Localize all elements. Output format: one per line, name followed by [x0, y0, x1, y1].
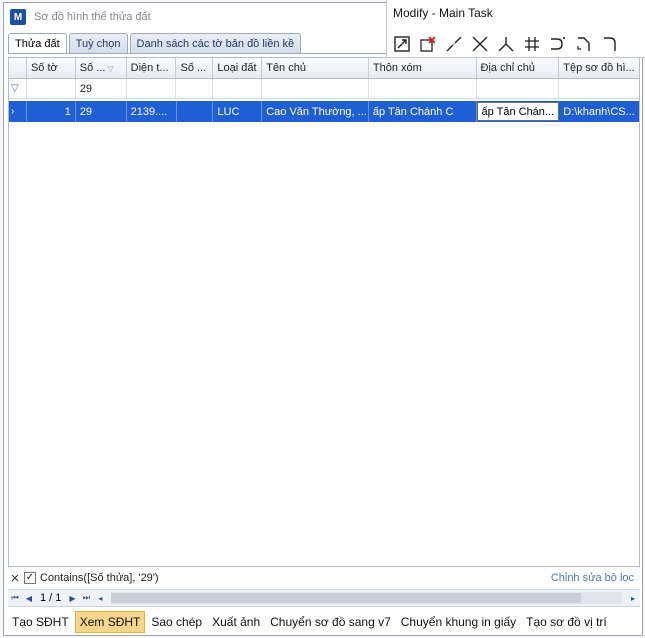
column-header-label: Số ... [79, 62, 106, 74]
toolbox-tools [389, 32, 623, 56]
extend-icon[interactable] [493, 32, 519, 56]
auto-filter-row: ▽ 29 [9, 79, 639, 99]
cell-dia-chi-chu-editor[interactable]: ấp Tân Chán... [476, 102, 560, 121]
column-header-dien-tich[interactable]: Diện t... [127, 58, 177, 78]
cell-so-thua[interactable]: 29 [76, 101, 127, 122]
horizontal-scrollbar[interactable] [111, 592, 622, 604]
chamfer-icon[interactable] [571, 32, 597, 56]
modify-element-icon[interactable] [389, 32, 415, 56]
cell-dien-tich[interactable]: 2139.... [127, 101, 177, 122]
column-header-so-thua[interactable]: Số ... ▽ [76, 58, 127, 78]
row-indicator: › [9, 101, 27, 122]
copy-button[interactable]: Sao chép [147, 611, 206, 633]
action-toolbar: Tạo SĐHT Xem SĐHT Sao chép Xuất ảnh Chuy… [4, 609, 642, 635]
modify-toolbox: Modify - Main Task [386, 0, 645, 58]
scrollbar-thumb[interactable] [111, 593, 582, 603]
filter-cell-so-to[interactable] [27, 79, 76, 98]
filter-cell-tep-so-do[interactable] [559, 79, 639, 98]
construct-arc-icon[interactable] [597, 32, 623, 56]
tab-thua-dat[interactable]: Thửa đất [8, 33, 67, 53]
scroll-right-icon[interactable]: ▸ [626, 591, 640, 605]
toolbox-title: Modify - Main Task [393, 6, 493, 20]
cell-ten-chu[interactable]: Cao Văn Thường, ... [262, 101, 369, 122]
export-image-button[interactable]: Xuất ảnh [208, 611, 264, 633]
filter-icon: ▽ [11, 83, 19, 94]
column-header-thon-xom[interactable]: Thôn xóm [369, 58, 477, 78]
filter-cell-so[interactable] [176, 79, 214, 98]
cell-tep-so-do[interactable]: D:\khanh\CS... [559, 101, 639, 122]
filter-cell-dia-chi-chu[interactable] [477, 79, 560, 98]
filter-cell-loai-dat[interactable] [213, 79, 263, 98]
filter-row-indicator: ▽ [9, 79, 27, 98]
tab-adjacent-sheets[interactable]: Danh sách các tờ bản đồ liền kề [129, 33, 302, 53]
filter-cell-ten-chu[interactable] [262, 79, 369, 98]
pager: ⏮ ◀ 1 / 1 ▶ ⏭ ◂ ▸ [8, 589, 640, 607]
tab-strip: Thửa đất Tuỳ chọn Danh sách các tờ bản đ… [8, 33, 303, 53]
filter-cell-so-thua[interactable]: 29 [76, 79, 127, 98]
create-location-map-button[interactable]: Tạo sơ đồ vị trí [522, 611, 611, 633]
filter-cell-dien-tich[interactable] [127, 79, 177, 98]
convert-to-v7-button[interactable]: Chuyển sơ đồ sang v7 [266, 611, 395, 633]
partial-delete-icon[interactable] [441, 32, 467, 56]
column-header-so[interactable]: Số ... [176, 58, 214, 78]
cell-so-to[interactable]: 1 [27, 101, 76, 122]
parcel-diagram-window: M Sơ đồ hình thể thửa đất Thửa đất Tuỳ c… [3, 2, 643, 636]
filter-enabled-checkbox[interactable]: ✓ [24, 572, 36, 584]
next-page-icon[interactable]: ▶ [65, 591, 79, 605]
cell-so[interactable] [177, 101, 214, 122]
parcel-grid: Số tờ Số ... ▽ Diện t... Số ... Loại đất … [8, 57, 640, 567]
create-diagram-button[interactable]: Tạo SĐHT [8, 611, 73, 633]
app-logo-icon: M [10, 9, 26, 25]
column-header-tep-so-do[interactable]: Tệp sơ đồ hì... [559, 58, 639, 78]
column-header-so-to[interactable]: Số tờ [27, 58, 76, 78]
last-page-icon[interactable]: ⏭ [79, 591, 93, 605]
window-title: Sơ đồ hình thể thửa đất [34, 11, 151, 23]
filter-expression: Contains([Số thửa], '29') [40, 572, 159, 584]
filter-cell-thon-xom[interactable] [369, 79, 477, 98]
cell-thon-xom[interactable]: ấp Tân Chánh C [369, 101, 477, 122]
delete-element-icon[interactable] [415, 32, 441, 56]
prev-page-icon[interactable]: ◀ [22, 591, 36, 605]
screen: M Sơ đồ hình thể thửa đất Thửa đất Tuỳ c… [0, 0, 645, 638]
table-row[interactable]: › 1 29 2139.... LUC Cao Văn Thường, ... … [9, 101, 639, 122]
column-header-loai-dat[interactable]: Loại đất [213, 58, 263, 78]
filter-funnel-icon[interactable]: ▽ [107, 64, 113, 73]
row-header-corner [9, 58, 27, 78]
filter-panel: ✕ ✓ Contains([Số thửa], '29') Chỉnh sửa … [8, 569, 640, 587]
intersect-icon[interactable] [519, 32, 545, 56]
cell-loai-dat[interactable]: LUC [213, 101, 263, 122]
fillet-icon[interactable] [545, 32, 571, 56]
convert-print-frame-button[interactable]: Chuyển khung in giấy [397, 611, 520, 633]
page-indicator: 1 / 1 [40, 592, 62, 604]
grid-header: Số tờ Số ... ▽ Diện t... Số ... Loại đất … [9, 58, 639, 79]
view-diagram-button[interactable]: Xem SĐHT [74, 611, 146, 633]
trim-icon[interactable] [467, 32, 493, 56]
current-row-arrow-icon: › [11, 106, 15, 117]
column-header-dia-chi-chu[interactable]: Địa chỉ chủ [477, 58, 560, 78]
tab-tuy-chon[interactable]: Tuỳ chọn [68, 33, 128, 53]
scroll-left-icon[interactable]: ◂ [93, 591, 107, 605]
edit-filter-link[interactable]: Chỉnh sửa bộ lọc [551, 572, 640, 584]
column-header-ten-chu[interactable]: Tên chủ [262, 58, 369, 78]
first-page-icon[interactable]: ⏮ [8, 591, 22, 605]
clear-filter-close-icon[interactable]: ✕ [8, 572, 22, 585]
